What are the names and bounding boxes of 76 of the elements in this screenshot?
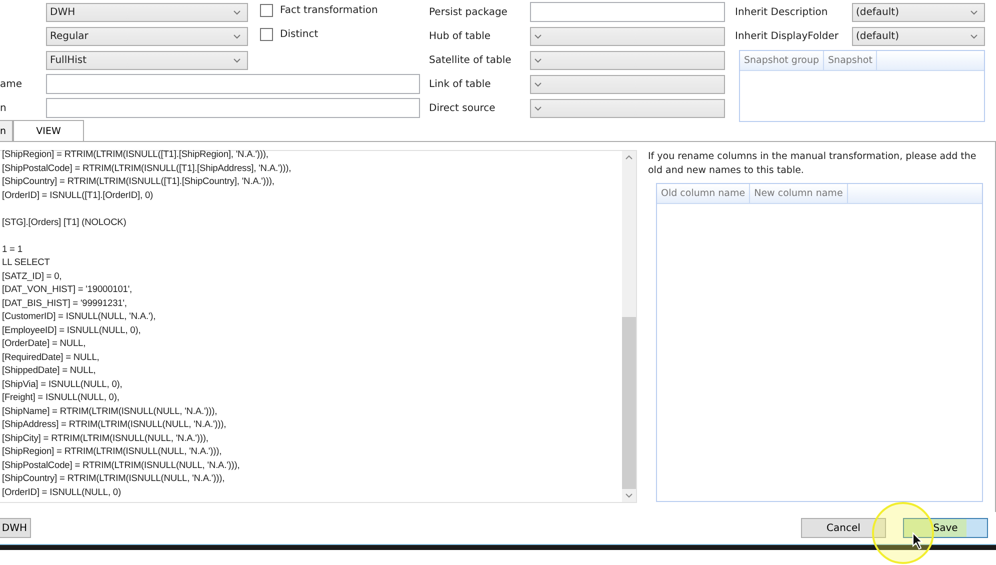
column-header[interactable]: New column name bbox=[750, 184, 848, 203]
scroll-up-icon[interactable] bbox=[625, 155, 633, 160]
caret-icon bbox=[233, 58, 241, 62]
text-field[interactable] bbox=[46, 74, 420, 94]
code-line: 1 = 1 bbox=[1, 242, 24, 256]
code-line: [OrderID] = ISNULL([T1].[OrderID], 0) bbox=[1, 188, 154, 202]
code-line: [OrderDate] = NULL, bbox=[1, 337, 87, 350]
field-label: Link of table bbox=[429, 78, 492, 90]
code-line: [OrderID] = ISNULL(NULL, 0) bbox=[1, 486, 122, 499]
dropdown[interactable]: FullHist bbox=[46, 50, 248, 70]
field-label: Inherit Description bbox=[735, 6, 829, 18]
scroll-thumb[interactable] bbox=[622, 317, 636, 489]
data-grid[interactable]: Old column name New column name bbox=[656, 183, 983, 502]
scrollbar[interactable] bbox=[622, 151, 636, 502]
code-line: [ShipCity] = RTRIM(LTRIM(ISNULL(NULL, 'N.A.'))), bbox=[1, 432, 210, 445]
data-grid[interactable]: Snapshot group Snapshot bbox=[739, 50, 985, 122]
button[interactable]: Cancel bbox=[801, 518, 886, 538]
caret-icon bbox=[534, 58, 542, 62]
caret-icon bbox=[233, 10, 241, 14]
code-line: [EmployeeID] = ISNULL(NULL, 0), bbox=[1, 324, 142, 337]
text-field[interactable] bbox=[46, 98, 420, 118]
code-line: [SATZ_ID] = 0, bbox=[1, 270, 63, 283]
code-line: [ShipAddress] = RTRIM(LTRIM(ISNULL(NULL, 'N.A.'))), bbox=[1, 418, 228, 431]
field-label: Satellite of table bbox=[429, 54, 512, 66]
code-line: [ShipPostalCode] = RTRIM(LTRIM(ISNULL([T1].[ShipAddress], 'N.A.'))), bbox=[1, 162, 292, 175]
code-line: [ShipName] = RTRIM(LTRIM(ISNULL(NULL, 'N.A.'))), bbox=[1, 404, 218, 418]
dropdown[interactable] bbox=[530, 98, 725, 118]
scroll-down-icon[interactable] bbox=[625, 493, 633, 498]
code-line: [ShipRegion] = RTRIM(LTRIM(ISNULL(NULL, 'N.A.'))), bbox=[1, 445, 223, 458]
code-line: [ShipCountry] = RTRIM(LTRIM(ISNULL([T1].[ShipCountry], 'N.A.'))), bbox=[1, 175, 276, 188]
code-line: [ShipPostalCode] = RTRIM(LTRIM(ISNULL(NULL, 'N.A.'))), bbox=[1, 458, 241, 472]
checkbox[interactable] bbox=[260, 28, 273, 41]
tab[interactable]: VIEW bbox=[13, 120, 84, 141]
column-header[interactable]: Old column name bbox=[657, 184, 750, 203]
caret-icon bbox=[534, 106, 542, 110]
button[interactable]: DWH bbox=[0, 518, 31, 538]
dropdown[interactable]: (default) bbox=[852, 2, 985, 22]
caret-icon bbox=[970, 10, 978, 14]
column-header[interactable]: Snapshot group bbox=[740, 51, 824, 70]
tab[interactable]: n bbox=[0, 120, 13, 141]
caret-icon bbox=[233, 34, 241, 38]
checkbox-label: Fact transformation bbox=[280, 5, 378, 16]
code-line: [STG].[Orders] [T1] (NOLOCK) bbox=[1, 216, 128, 229]
code-line: [ShipCountry] = RTRIM(LTRIM(ISNULL(NULL, 'N.A.'))), bbox=[1, 472, 226, 485]
code-line: LL SELECT bbox=[1, 256, 51, 269]
code-line: [Freight] = ISNULL(NULL, 0), bbox=[1, 391, 120, 404]
dropdown[interactable]: (default) bbox=[852, 26, 985, 46]
instruction-text: If you rename columns in the manual transformation, please add the old and new names to this table. bbox=[648, 150, 978, 177]
caret-icon bbox=[534, 82, 542, 86]
text-field[interactable] bbox=[530, 2, 725, 22]
code-line: [RequiredDate] = NULL, bbox=[1, 350, 100, 364]
field-label: ame bbox=[0, 78, 22, 90]
dropdown[interactable] bbox=[530, 74, 725, 94]
caret-icon bbox=[970, 34, 978, 38]
dropdown[interactable] bbox=[530, 50, 725, 70]
caret-icon bbox=[534, 34, 542, 38]
button[interactable]: Save bbox=[903, 518, 988, 538]
dropdown[interactable]: DWH bbox=[46, 2, 248, 22]
field-label: Persist package bbox=[429, 6, 508, 18]
code-line: [ShipVia] = ISNULL(NULL, 0), bbox=[1, 378, 124, 391]
field-label: n bbox=[0, 102, 6, 114]
field-label: Hub of table bbox=[429, 30, 492, 42]
code-editor[interactable] bbox=[0, 150, 637, 503]
dropdown[interactable] bbox=[530, 26, 725, 46]
code-line: [ShipRegion] = RTRIM(LTRIM(ISNULL([T1].[ShipRegion], 'N.A.'))), bbox=[1, 148, 270, 161]
code-line: [DAT_VON_HIST] = '19000101', bbox=[1, 283, 134, 296]
code-line: [CustomerID] = ISNULL(NULL, 'N.A.'), bbox=[1, 310, 157, 323]
checkbox[interactable] bbox=[260, 4, 273, 17]
code-line: [DAT_BIS_HIST] = '99991231', bbox=[1, 296, 128, 310]
dropdown[interactable]: Regular bbox=[46, 26, 248, 46]
cursor-icon bbox=[912, 532, 924, 550]
field-label: Direct source bbox=[429, 102, 496, 114]
checkbox-label: Distinct bbox=[280, 29, 318, 40]
code-line: [ShippedDate] = NULL, bbox=[1, 364, 97, 377]
column-header[interactable]: Snapshot bbox=[824, 51, 878, 70]
field-label: Inherit DisplayFolder bbox=[735, 30, 840, 42]
